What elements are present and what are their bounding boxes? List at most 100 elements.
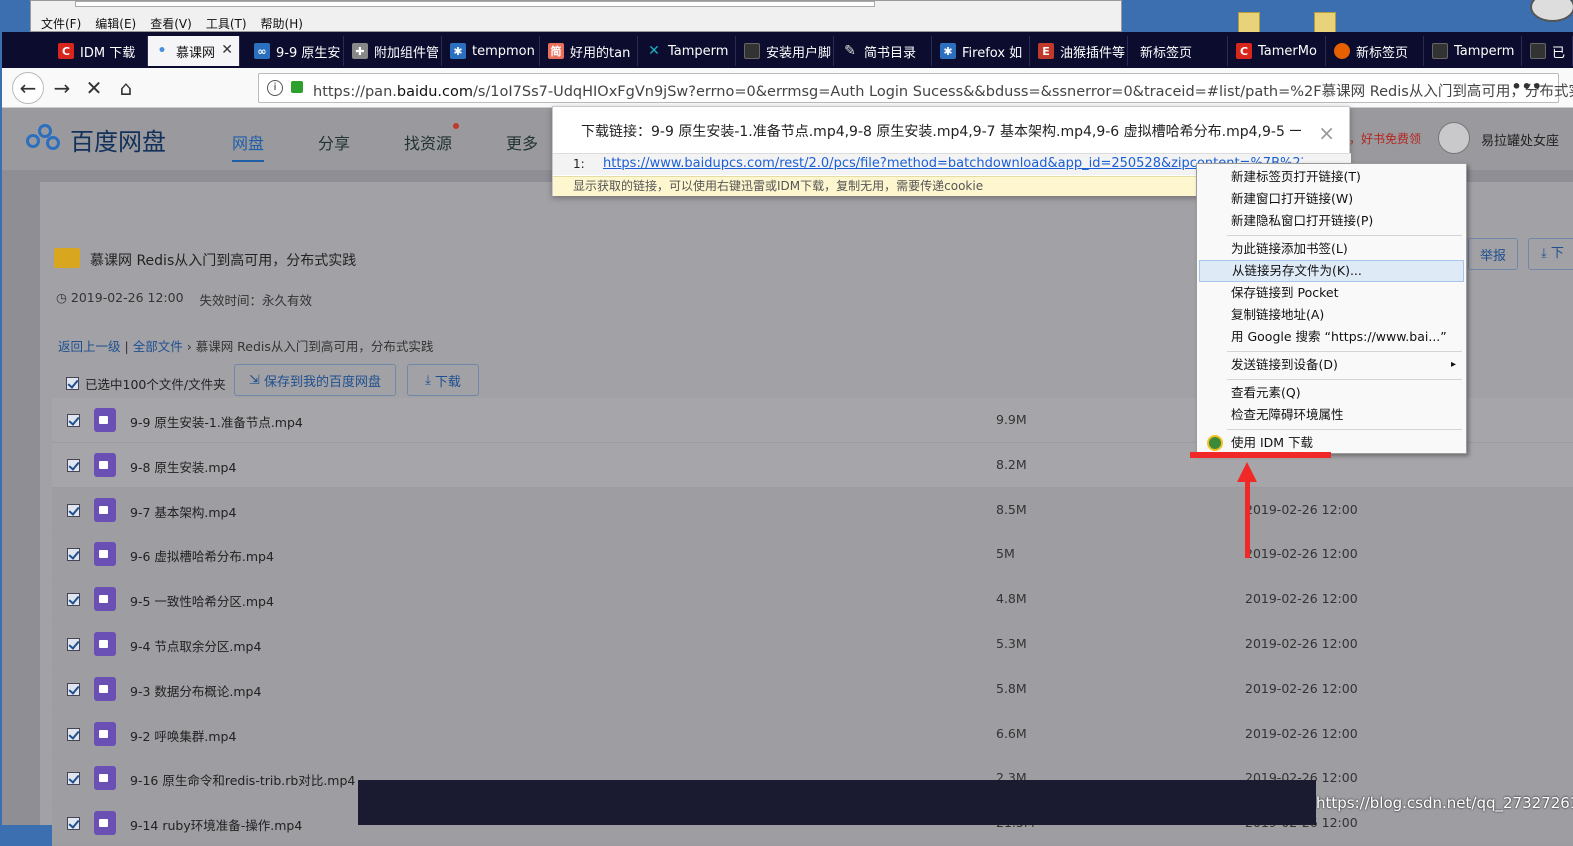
file-name[interactable]: 9-6 虚拟槽哈希分布.mp4 [130, 546, 274, 565]
tab-label: 附加组件管 [374, 45, 440, 61]
cloud-logo-icon [26, 123, 64, 156]
tab[interactable]: 已 [1524, 36, 1573, 66]
menu-item-google-search[interactable]: 用 Google 搜索 “https://www.bai...” [1199, 326, 1464, 348]
info-icon[interactable]: i [267, 80, 283, 96]
tab-active[interactable]: • 慕课网 ✕ [148, 36, 240, 66]
tab[interactable]: 简好用的tan [542, 36, 638, 66]
select-all[interactable]: 已选中100个文件/文件夹 [66, 374, 226, 393]
row-checkbox[interactable] [67, 727, 80, 741]
row-checkbox[interactable] [67, 772, 80, 786]
menu-item-inspect[interactable]: 查看元素(Q) [1199, 382, 1464, 404]
file-name[interactable]: 9-2 呼唤集群.mp4 [130, 726, 236, 745]
menu-item-save-link-as[interactable]: 从链接另存文件为(K)... [1199, 260, 1464, 282]
file-date: 2019-02-26 12:00 [1245, 591, 1358, 607]
row-checkbox[interactable] [67, 817, 80, 831]
tab[interactable]: 新标签页 [1328, 36, 1424, 66]
file-name[interactable]: 9-8 原生安装.mp4 [130, 457, 236, 476]
file-name[interactable]: 9-9 原生安装-1.准备节点.mp4 [130, 412, 303, 431]
nav-share[interactable]: 分享 [318, 130, 350, 154]
menu-tools[interactable]: 工具(T) [206, 15, 247, 32]
file-name[interactable]: 9-5 一致性哈希分区.mp4 [130, 591, 274, 610]
menu-edit[interactable]: 编辑(E) [95, 15, 136, 32]
username[interactable]: 易拉罐处女座 [1481, 130, 1559, 149]
desktop-file-icon[interactable] [1238, 12, 1260, 34]
chevron-right-icon: › [186, 339, 192, 354]
row-checkbox[interactable] [67, 458, 80, 472]
nav-more[interactable]: 更多 [506, 130, 538, 154]
row-checkbox[interactable] [67, 414, 80, 427]
tab[interactable]: E 油猴插件等 [1032, 36, 1128, 66]
menu-item-copy-link[interactable]: 复制链接地址(A) [1199, 304, 1464, 326]
nav-wangpan[interactable]: 网盘 [232, 130, 265, 162]
close-tab-icon[interactable]: ✕ [221, 42, 233, 58]
dark-square-icon [744, 43, 760, 59]
download-button[interactable]: ⤓ 下载 [407, 364, 479, 396]
video-file-icon [94, 542, 116, 567]
desktop-file-icon[interactable] [1314, 12, 1336, 34]
file-name[interactable]: 9-16 原生命令和redis-trib.rb对比.mp4 [130, 770, 355, 789]
file-name[interactable]: 9-4 节点取余分区.mp4 [130, 636, 261, 655]
home-button[interactable]: ⌂ [110, 72, 142, 104]
file-name[interactable]: 9-3 数据分布概论.mp4 [130, 681, 261, 700]
file-row[interactable]: 9-6 虚拟槽哈希分布.mp4 5M 2019-02-26 12:00 [52, 532, 1573, 578]
menu-item-bookmark-link[interactable]: 为此链接添加书签(L) [1199, 238, 1464, 260]
tab[interactable]: ✱ tempmon [444, 36, 540, 66]
forward-button[interactable]: → [46, 72, 78, 104]
tab[interactable]: ✎ 简书目录 [836, 36, 932, 66]
menu-item-send-to-device[interactable]: 发送链接到设备(D) ▸ [1199, 354, 1464, 376]
report-button[interactable]: 举报 [1468, 238, 1518, 270]
file-row[interactable]: 9-2 呼唤集群.mp4 6.6M 2019-02-26 12:00 [52, 711, 1573, 757]
file-row[interactable]: 9-5 一致性哈希分区.mp4 4.8M 2019-02-26 12:00 [52, 577, 1573, 622]
avatar[interactable] [1438, 122, 1470, 154]
menu-item-idm-download[interactable]: 使用 IDM 下载 [1199, 432, 1464, 454]
menu-item-accessibility[interactable]: 检查无障碍环境属性 [1199, 404, 1464, 426]
file-row[interactable]: 9-3 数据分布概论.mp4 5.8M 2019-02-26 12:00 [52, 666, 1573, 712]
row-checkbox[interactable] [67, 682, 80, 696]
tab[interactable]: ✕ Tamperm [640, 36, 736, 66]
row-checkbox[interactable] [67, 503, 80, 517]
menu-help[interactable]: 帮助(H) [261, 15, 303, 32]
arrow-right-icon: → [53, 76, 71, 100]
breadcrumb-current: 慕课网 Redis从入门到高可用，分布式实践 [195, 339, 434, 354]
row-checkbox[interactable] [67, 593, 80, 607]
page-actions-icon[interactable]: ••• [1511, 77, 1542, 96]
tab[interactable]: 安装用户脚 [738, 36, 834, 66]
menu-item-open-new-tab[interactable]: 新建标签页打开链接(T) [1199, 166, 1464, 188]
tab-label: 简书目录 [864, 45, 917, 61]
context-menu: 新建标签页打开链接(T) 新建窗口打开链接(W) 新建隐私窗口打开链接(P) 为… [1196, 163, 1467, 454]
tab[interactable]: ✱ Firefox 如 [934, 36, 1030, 66]
select-all-checkbox[interactable] [66, 377, 79, 390]
row-checkbox[interactable] [67, 637, 80, 651]
share-date: ◷ 2019-02-26 12:00 [56, 290, 184, 309]
tab-label: tempmon [472, 43, 535, 59]
file-row[interactable]: 9-7 基本架构.mp4 8.5M 2019-02-26 12:00 [52, 487, 1573, 533]
file-row[interactable]: 9-4 节点取余分区.mp4 5.3M 2019-02-26 12:00 [52, 621, 1573, 667]
breadcrumb-all-files[interactable]: 全部文件 [133, 339, 183, 354]
tab[interactable]: ✚ 附加组件管 [346, 36, 442, 66]
save-to-pan-button[interactable]: ⇲ 保存到我的百度网盘 [234, 364, 396, 396]
lock-icon[interactable] [291, 81, 303, 93]
stop-button[interactable]: ✕ [78, 72, 110, 104]
menu-view[interactable]: 查看(V) [150, 15, 192, 32]
menu-item-open-new-window[interactable]: 新建窗口打开链接(W) [1199, 188, 1464, 210]
tab[interactable]: ∞ 9-9 原生安 [248, 36, 344, 66]
tab[interactable]: C TamerMo [1230, 36, 1326, 66]
tab[interactable]: 新标签页 [1130, 36, 1228, 66]
close-icon[interactable]: × [1318, 121, 1335, 145]
menu-item-save-to-pocket[interactable]: 保存链接到 Pocket [1199, 282, 1464, 304]
back-button[interactable]: ← [12, 72, 44, 104]
promo-link[interactable]: ，好书免费领 [1349, 130, 1421, 147]
file-name[interactable]: 9-7 基本架构.mp4 [130, 502, 236, 521]
tab[interactable]: Tamperm [1426, 36, 1522, 66]
nav-find-resources[interactable]: 找资源 [404, 130, 452, 154]
menu-item-open-private-window[interactable]: 新建隐私窗口打开链接(P) [1199, 210, 1464, 232]
link-number: 1: [573, 157, 585, 171]
menu-file[interactable]: 文件(F) [41, 15, 81, 32]
breadcrumb-back[interactable]: 返回上一级 [58, 339, 121, 354]
tab[interactable]: C IDM 下载 [52, 36, 148, 66]
baidu-pan-logo[interactable]: 百度网盘 [26, 122, 166, 157]
download-button-top[interactable]: ⤓ 下 [1528, 238, 1573, 270]
video-file-icon [94, 497, 116, 522]
row-checkbox[interactable] [67, 548, 80, 562]
url-bar[interactable]: i https://pan.baidu.com/s/1oI7Ss7-UdqHIO… [258, 73, 1573, 103]
